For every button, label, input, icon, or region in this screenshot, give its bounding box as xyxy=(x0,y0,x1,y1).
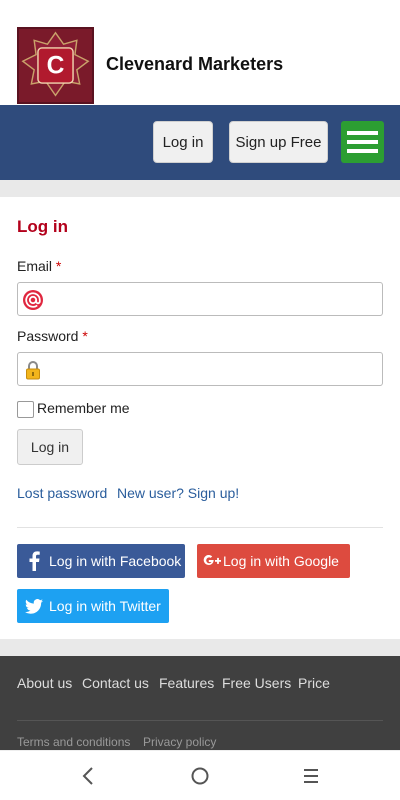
google-login-button[interactable]: Log in with Google xyxy=(197,544,350,578)
back-icon[interactable] xyxy=(82,767,94,785)
footer-link-contact[interactable]: Contact us xyxy=(82,675,149,691)
footer-link-free-users[interactable]: Free Users xyxy=(222,675,291,691)
separator-band xyxy=(0,639,400,656)
email-label-text: Email xyxy=(17,258,53,274)
page-title: Log in xyxy=(17,217,68,236)
login-submit-button[interactable]: Log in xyxy=(17,429,83,465)
menu-icon[interactable] xyxy=(341,121,384,163)
email-label: Email * xyxy=(17,258,61,274)
twitter-icon xyxy=(23,596,45,616)
lost-password-link[interactable]: Lost password xyxy=(17,485,107,501)
password-label-text: Password xyxy=(17,328,79,344)
footer: About us Contact us Features Free Users … xyxy=(0,656,400,750)
required-mark: * xyxy=(82,328,88,344)
divider xyxy=(17,527,383,528)
footer-link-features[interactable]: Features xyxy=(159,675,214,691)
nav-bar: Log in Sign up Free xyxy=(0,105,400,180)
email-at-icon xyxy=(23,290,43,310)
menu-bar xyxy=(347,131,378,135)
footer-link-price[interactable]: Price xyxy=(298,675,330,691)
facebook-login-label: Log in with Facebook xyxy=(49,553,182,569)
footer-divider xyxy=(17,720,383,721)
facebook-icon xyxy=(23,551,45,571)
separator-band xyxy=(0,180,400,197)
twitter-login-button[interactable]: Log in with Twitter xyxy=(17,589,169,623)
menu-bar xyxy=(347,149,378,153)
google-plus-icon xyxy=(203,551,221,571)
required-mark: * xyxy=(55,258,62,274)
remember-me-checkbox[interactable] xyxy=(17,401,34,418)
nav-login-button[interactable]: Log in xyxy=(153,121,213,163)
remember-me-label[interactable]: Remember me xyxy=(37,400,130,416)
lock-icon xyxy=(26,361,40,380)
system-nav-bar xyxy=(0,750,400,800)
twitter-login-label: Log in with Twitter xyxy=(49,598,161,614)
brand-header: C Clevenard Marketers xyxy=(0,0,400,105)
facebook-login-button[interactable]: Log in with Facebook xyxy=(17,544,185,578)
site-name[interactable]: Clevenard Marketers xyxy=(106,54,283,75)
nav-signup-button[interactable]: Sign up Free xyxy=(229,121,328,163)
password-field[interactable] xyxy=(17,352,383,386)
footer-link-about[interactable]: About us xyxy=(17,675,72,691)
footer-link-terms[interactable]: Terms and conditions xyxy=(17,735,130,749)
home-icon[interactable] xyxy=(191,767,209,785)
google-login-label: Log in with Google xyxy=(223,553,339,569)
recents-icon[interactable] xyxy=(303,768,319,784)
password-label: Password * xyxy=(17,328,88,344)
menu-bar xyxy=(347,140,378,144)
footer-link-privacy[interactable]: Privacy policy xyxy=(143,735,216,749)
signup-link[interactable]: New user? Sign up! xyxy=(117,485,239,501)
logo-letter: C xyxy=(47,53,65,80)
email-field[interactable] xyxy=(17,282,383,316)
logo-icon[interactable]: C xyxy=(17,27,94,104)
